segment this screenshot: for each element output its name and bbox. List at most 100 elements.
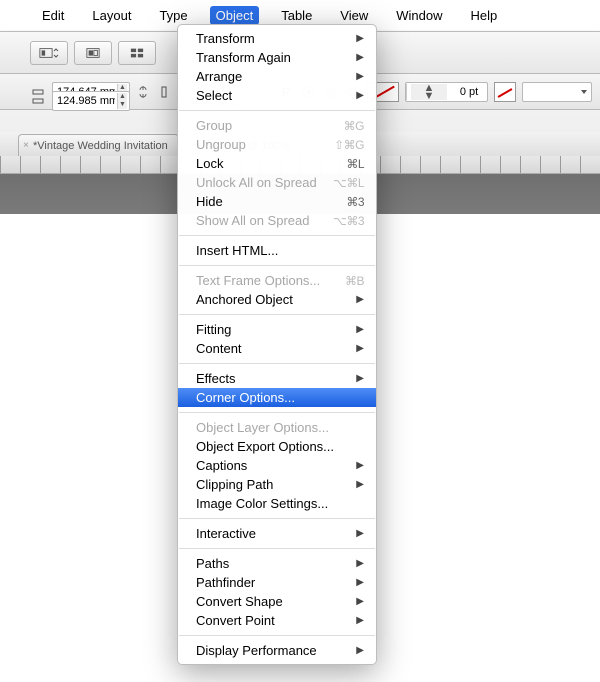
menu-item-label: Insert HTML...: [196, 243, 278, 258]
submenu-arrow-icon: ▶: [356, 596, 364, 607]
menu-item-fitting[interactable]: Fitting▶: [178, 320, 376, 339]
submenu-arrow-icon: ▶: [356, 294, 364, 305]
menu-item-unlock-all-on-spread: Unlock All on Spread ⌥⌘L: [178, 173, 376, 192]
menubar-item-edit[interactable]: Edit: [36, 6, 70, 25]
menu-shortcut: ⌘L: [346, 157, 364, 171]
menu-shortcut: ⌥⌘3: [333, 214, 364, 228]
submenu-arrow-icon: ▶: [356, 71, 364, 82]
menubar-item-layout[interactable]: Layout: [86, 6, 137, 25]
menu-item-interactive[interactable]: Interactive ▶: [178, 524, 376, 543]
menu-shortcut: ⌘B: [345, 274, 364, 288]
menu-item-label: Fitting: [196, 322, 231, 337]
menu-item-label: Lock: [196, 156, 223, 171]
menu-item-pathfinder[interactable]: Pathfinder ▶: [178, 573, 376, 592]
menu-item-convert-shape[interactable]: Convert Shape ▶: [178, 592, 376, 611]
menu-item-label: Pathfinder: [196, 575, 255, 590]
page-view-tool[interactable]: [30, 41, 68, 65]
menu-item-captions[interactable]: Captions ▶: [178, 456, 376, 475]
menu-item-clipping-path[interactable]: Clipping Path ▶: [178, 475, 376, 494]
close-tab-icon[interactable]: ×: [23, 140, 29, 151]
menu-item-paths[interactable]: Paths ▶: [178, 554, 376, 573]
menu-item-label: Clipping Path: [196, 477, 273, 492]
menu-item-transform-again[interactable]: Transform Again ▶: [178, 48, 376, 67]
menu-item-ungroup: Ungroup ⇧⌘G: [178, 135, 376, 154]
menu-item-label: Arrange: [196, 69, 242, 84]
menu-item-label: Convert Shape: [196, 594, 283, 609]
menu-item-label: Convert Point: [196, 613, 275, 628]
menu-item-label: Hide: [196, 194, 223, 209]
submenu-arrow-icon: ▶: [356, 558, 364, 569]
tab-label: *Vintage Wedding Invitation: [33, 140, 168, 152]
menu-item-object-layer-options: Object Layer Options...: [178, 418, 376, 437]
menu-separator: [179, 265, 375, 266]
menu-item-arrange[interactable]: Arrange ▶: [178, 67, 376, 86]
spread-view-tool[interactable]: [74, 41, 112, 65]
menubar-item-object[interactable]: Object: [210, 6, 260, 25]
submenu-arrow-icon: ▶: [356, 460, 364, 471]
menubar-item-type[interactable]: Type: [153, 6, 193, 25]
height-field[interactable]: ▲▼: [52, 91, 130, 111]
menu-shortcut: ⌘G: [344, 119, 364, 133]
submenu-arrow-icon: ▶: [356, 479, 364, 490]
menu-item-label: Object Layer Options...: [196, 420, 329, 435]
menu-item-insert-html[interactable]: Insert HTML...: [178, 241, 376, 260]
menu-item-effects[interactable]: Effects▶: [178, 369, 376, 388]
menu-item-label: Interactive: [196, 526, 256, 541]
menu-item-transform[interactable]: Transform ▶: [178, 29, 376, 48]
menu-shortcut: ⌘3: [346, 195, 364, 209]
submenu-arrow-icon: ▶: [356, 343, 364, 354]
submenu-arrow-icon: ▶: [356, 615, 364, 626]
menu-item-label: Object Export Options...: [196, 439, 334, 454]
scale-ref-icon: [156, 93, 172, 109]
menu-shortcut: ⇧⌘G: [334, 138, 364, 152]
menubar-item-table[interactable]: Table: [275, 6, 318, 25]
menu-item-label: Corner Options...: [196, 390, 295, 405]
menu-item-display-performance[interactable]: Display Performance ▶: [178, 641, 376, 660]
menu-item-label: Select: [196, 88, 232, 103]
menu-separator: [179, 518, 375, 519]
menubar-item-help[interactable]: Help: [465, 6, 504, 25]
height-ref2-icon: [30, 93, 46, 109]
menu-separator: [179, 235, 375, 236]
height-input[interactable]: [57, 95, 115, 107]
menu-item-label: Captions: [196, 458, 247, 473]
menu-item-label: Group: [196, 118, 232, 133]
menu-separator: [179, 635, 375, 636]
menu-shortcut: ⌥⌘L: [333, 176, 364, 190]
menu-item-convert-point[interactable]: Convert Point ▶: [178, 611, 376, 630]
menubar-item-window[interactable]: Window: [390, 6, 448, 25]
menu-item-group: Group ⌘G: [178, 116, 376, 135]
menu-item-hide[interactable]: Hide ⌘3: [178, 192, 376, 211]
menu-item-image-color-settings[interactable]: Image Color Settings...: [178, 494, 376, 513]
grid-view-tool[interactable]: [118, 41, 156, 65]
menu-item-content[interactable]: Content ▶: [178, 339, 376, 358]
menu-item-object-export-options[interactable]: Object Export Options...: [178, 437, 376, 456]
menu-item-label: Transform Again: [196, 50, 291, 65]
menu-item-label: Transform: [196, 31, 255, 46]
menu-separator: [179, 412, 375, 413]
menu-item-anchored-object[interactable]: Anchored Object ▶: [178, 290, 376, 309]
submenu-arrow-icon: ▶: [356, 645, 364, 656]
submenu-arrow-icon: ▶: [356, 90, 364, 101]
menu-item-label: Content: [196, 341, 242, 356]
submenu-arrow-icon: ▶: [356, 52, 364, 63]
menu-separator: [179, 363, 375, 364]
menu-separator: [179, 110, 375, 111]
menu-item-label: Display Performance: [196, 643, 317, 658]
menu-item-select[interactable]: Select ▶: [178, 86, 376, 105]
menu-item-lock[interactable]: Lock ⌘L: [178, 154, 376, 173]
menu-item-corner-options[interactable]: Corner Options...: [178, 388, 376, 407]
submenu-arrow-icon: ▶: [356, 577, 364, 588]
object-menu: Transform▶Transform Again▶Arrange▶Select…: [177, 24, 377, 665]
menu-item-label: Paths: [196, 556, 229, 571]
submenu-arrow-icon: ▶: [356, 33, 364, 44]
menu-item-label: Unlock All on Spread: [196, 175, 317, 190]
menu-item-label: Text Frame Options...: [196, 273, 320, 288]
menu-item-label: Effects: [196, 371, 236, 386]
menu-item-label: Ungroup: [196, 137, 246, 152]
menu-item-label: Anchored Object: [196, 292, 293, 307]
menubar-item-view[interactable]: View: [334, 6, 374, 25]
submenu-arrow-icon: ▶: [356, 528, 364, 539]
document-tab[interactable]: × *Vintage Wedding Invitation: [18, 134, 179, 156]
height-steppers[interactable]: ▲▼: [117, 93, 127, 109]
